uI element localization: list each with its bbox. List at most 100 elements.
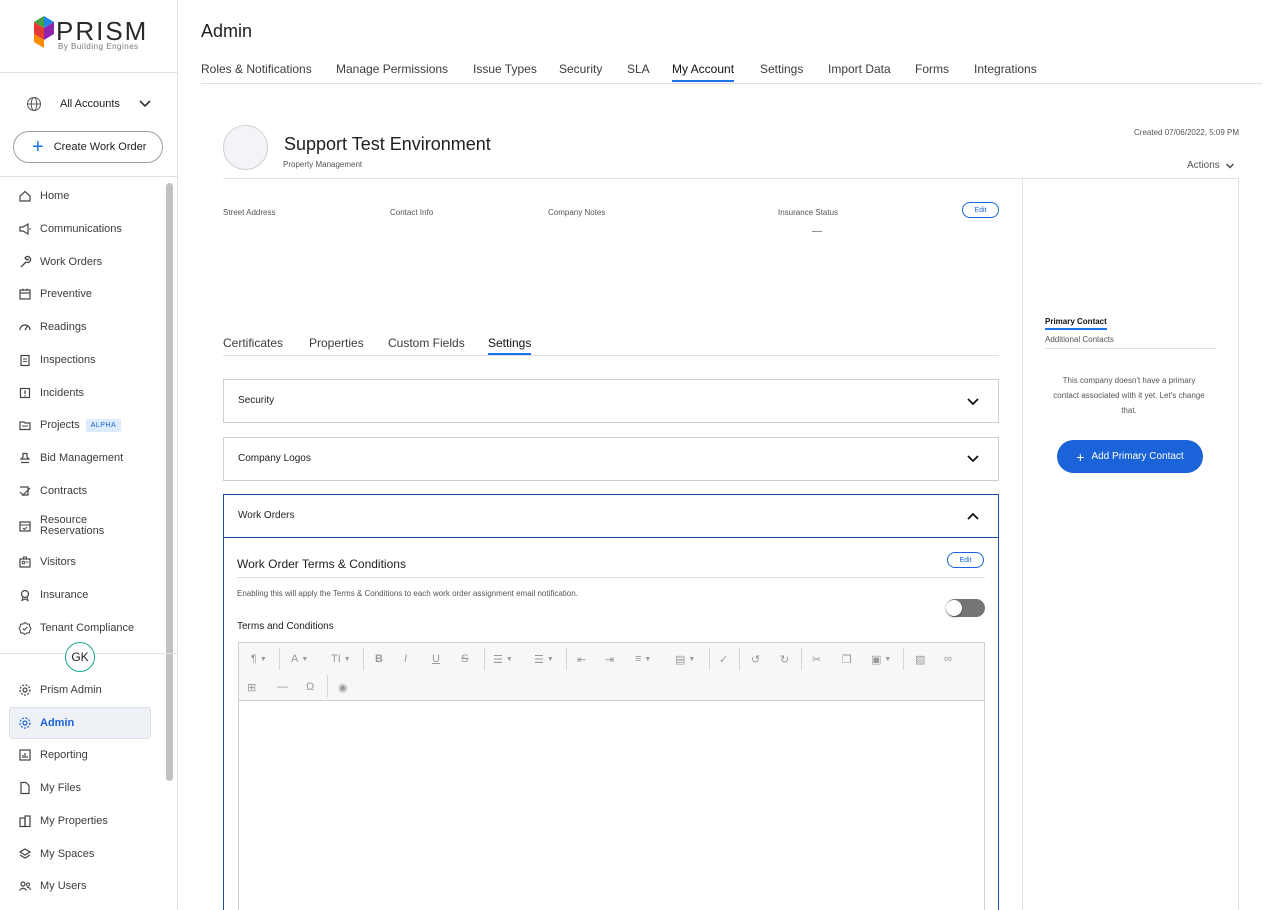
sidebar-divider [0,176,178,177]
image-icon[interactable]: ▨ [915,651,925,667]
redo-icon[interactable]: ↻ [780,651,789,667]
sidebar-item-incidents[interactable]: Incidents [18,381,158,405]
edit-terms-button[interactable]: Edit [947,552,984,568]
toolbar-separator [801,648,802,670]
stamp-icon [18,451,32,465]
align-icon[interactable]: ≡ ▼ [635,651,651,667]
strikethrough-icon[interactable]: S [461,651,468,667]
terms-toggle[interactable] [946,599,985,617]
cut-icon[interactable]: ✂ [812,651,821,667]
accordion-company-logos[interactable]: Company Logos [223,437,999,481]
account-selector[interactable]: All Accounts [26,94,156,114]
sidebar-item-label: Admin [40,716,75,729]
font-size-icon[interactable]: TI ▼ [331,651,351,667]
sidebar-item-communications[interactable]: Communications [18,217,158,241]
sidebar-item-work-orders[interactable]: Work Orders [18,250,158,274]
bulleted-list-icon[interactable]: ☰ ▼ [493,651,513,667]
sidebar-item-my-users[interactable]: My Users [18,874,158,898]
terms-editor-label: Terms and Conditions [237,621,334,632]
building-icon [18,814,32,828]
insurance-status-label: Insurance Status [778,208,839,217]
tab-manage-permissions[interactable]: Manage Permissions [336,62,448,80]
indent-icon[interactable]: ⇥ [605,651,614,667]
tab-issue-types[interactable]: Issue Types [473,62,537,80]
tab-security[interactable]: Security [559,62,602,80]
paste-icon[interactable]: ▣ ▼ [871,651,891,667]
sidebar-item-readings[interactable]: Readings [18,315,158,339]
tab-custom-fields[interactable]: Custom Fields [388,336,465,353]
preview-icon[interactable]: ◉ [338,679,348,695]
outdent-icon[interactable]: ⇤ [577,651,586,667]
paragraph-format-icon[interactable]: ¶ ▼ [251,651,267,667]
sidebar-item-insurance[interactable]: Insurance [18,583,158,607]
sidebar-item-bid-management[interactable]: Bid Management [18,446,158,470]
sidebar-scrollbar[interactable] [166,183,173,781]
sidebar-item-my-properties[interactable]: My Properties [18,809,158,833]
prism-logo[interactable]: PRISM By Building Engines [34,16,146,56]
add-primary-contact-button[interactable]: + Add Primary Contact [1057,440,1203,473]
tab-sla[interactable]: SLA [627,62,650,80]
tab-roles-notifications[interactable]: Roles & Notifications [201,62,312,80]
tab-settings[interactable]: Settings [760,62,803,80]
table-icon[interactable]: ⊞ [247,679,256,695]
numbered-list-icon[interactable]: ☰ ▼ [534,651,554,667]
link-icon[interactable]: ∞ [944,651,952,667]
terms-rich-text-editor[interactable]: ¶ ▼ A ▼ TI ▼ B I U S ☰ ▼ ☰ ▼ ⇤ ⇥ ≡ ▼ ▤ ▼ ✓ ↺ ↻ ✂ ❐ ▣ ▼ ▨ ∞ ⊞ — Ω ◉ [238,642,985,910]
sidebar-item-my-spaces[interactable]: My Spaces [18,842,158,866]
tab-primary-contact[interactable]: Primary Contact [1045,317,1107,330]
user-avatar[interactable]: GK [65,642,95,672]
tab-forms[interactable]: Forms [915,62,949,80]
tab-import-data[interactable]: Import Data [828,62,891,80]
underline-icon[interactable]: U [432,651,440,667]
company-avatar[interactable] [223,125,268,170]
calendar-icon [18,287,32,301]
sidebar-item-label: My Users [40,879,87,892]
sidebar-item-inspections[interactable]: Inspections [18,348,158,372]
sidebar-item-preventive[interactable]: Preventive [18,282,158,306]
plus-icon: + [32,136,44,158]
sidebar-item-reporting[interactable]: Reporting [18,743,158,767]
copy-icon[interactable]: ❐ [842,651,852,667]
toolbar-separator [739,648,740,670]
sidebar-item-label: Home [40,189,70,202]
shield-icon [18,588,32,602]
sidebar-item-projects[interactable]: Projects ALPHA [18,413,158,437]
sidebar-item-contracts[interactable]: Contracts [18,479,158,503]
sidebar-item-my-files[interactable]: My Files [18,776,158,800]
spellcheck-icon[interactable]: ✓ [719,651,728,667]
special-character-icon[interactable]: Ω [306,679,314,695]
sidebar-item-home[interactable]: Home [18,184,158,208]
chevron-down-icon [967,455,979,463]
create-work-order-button[interactable]: + Create Work Order [13,131,163,163]
sidebar-item-label: Projects [40,418,80,431]
tab-properties[interactable]: Properties [309,336,364,353]
paragraph-style-icon[interactable]: ▤ ▼ [675,651,695,667]
tab-my-account[interactable]: My Account [672,62,735,82]
edit-company-button[interactable]: Edit [962,202,999,218]
sidebar-item-label: Prism Admin [40,683,102,696]
sidebar-item-resource-reservations[interactable]: Resource Reservations [18,514,158,538]
sidebar-item-admin[interactable]: Admin [18,711,158,735]
accordion-security-title: Security [238,395,275,406]
bold-icon[interactable]: B [375,651,383,667]
horizontal-line-icon[interactable]: — [277,679,288,695]
visitor-badge-icon [18,555,32,569]
tab-settings[interactable]: Settings [488,336,532,355]
sidebar-item-tenant-compliance[interactable]: Tenant Compliance [18,616,158,640]
font-family-icon[interactable]: A ▼ [291,651,308,667]
sidebar-item-prism-admin[interactable]: Prism Admin [18,678,158,702]
tab-integrations[interactable]: Integrations [974,62,1037,80]
editor-toolbar: ¶ ▼ A ▼ TI ▼ B I U S ☰ ▼ ☰ ▼ ⇤ ⇥ ≡ ▼ ▤ ▼ ✓ ↺ ↻ ✂ ❐ ▣ ▼ ▨ ∞ ⊞ — Ω ◉ [239,643,984,701]
italic-icon[interactable]: I [404,651,407,667]
sidebar-item-label: My Properties [40,814,108,827]
chevron-down-icon [1225,163,1234,168]
undo-icon[interactable]: ↺ [751,651,760,667]
accordion-security[interactable]: Security [223,379,999,423]
sidebar-item-visitors[interactable]: Visitors [18,550,158,574]
accordion-work-orders[interactable]: Work Orders [223,494,999,538]
tab-certificates[interactable]: Certificates [223,336,283,353]
actions-menu[interactable]: Actions [1187,160,1235,171]
sidebar-item-label: Insurance [40,588,89,601]
tab-additional-contacts[interactable]: Additional Contacts [1045,335,1114,344]
contact-tabs: Primary Contact Additional Contacts [1045,317,1216,349]
